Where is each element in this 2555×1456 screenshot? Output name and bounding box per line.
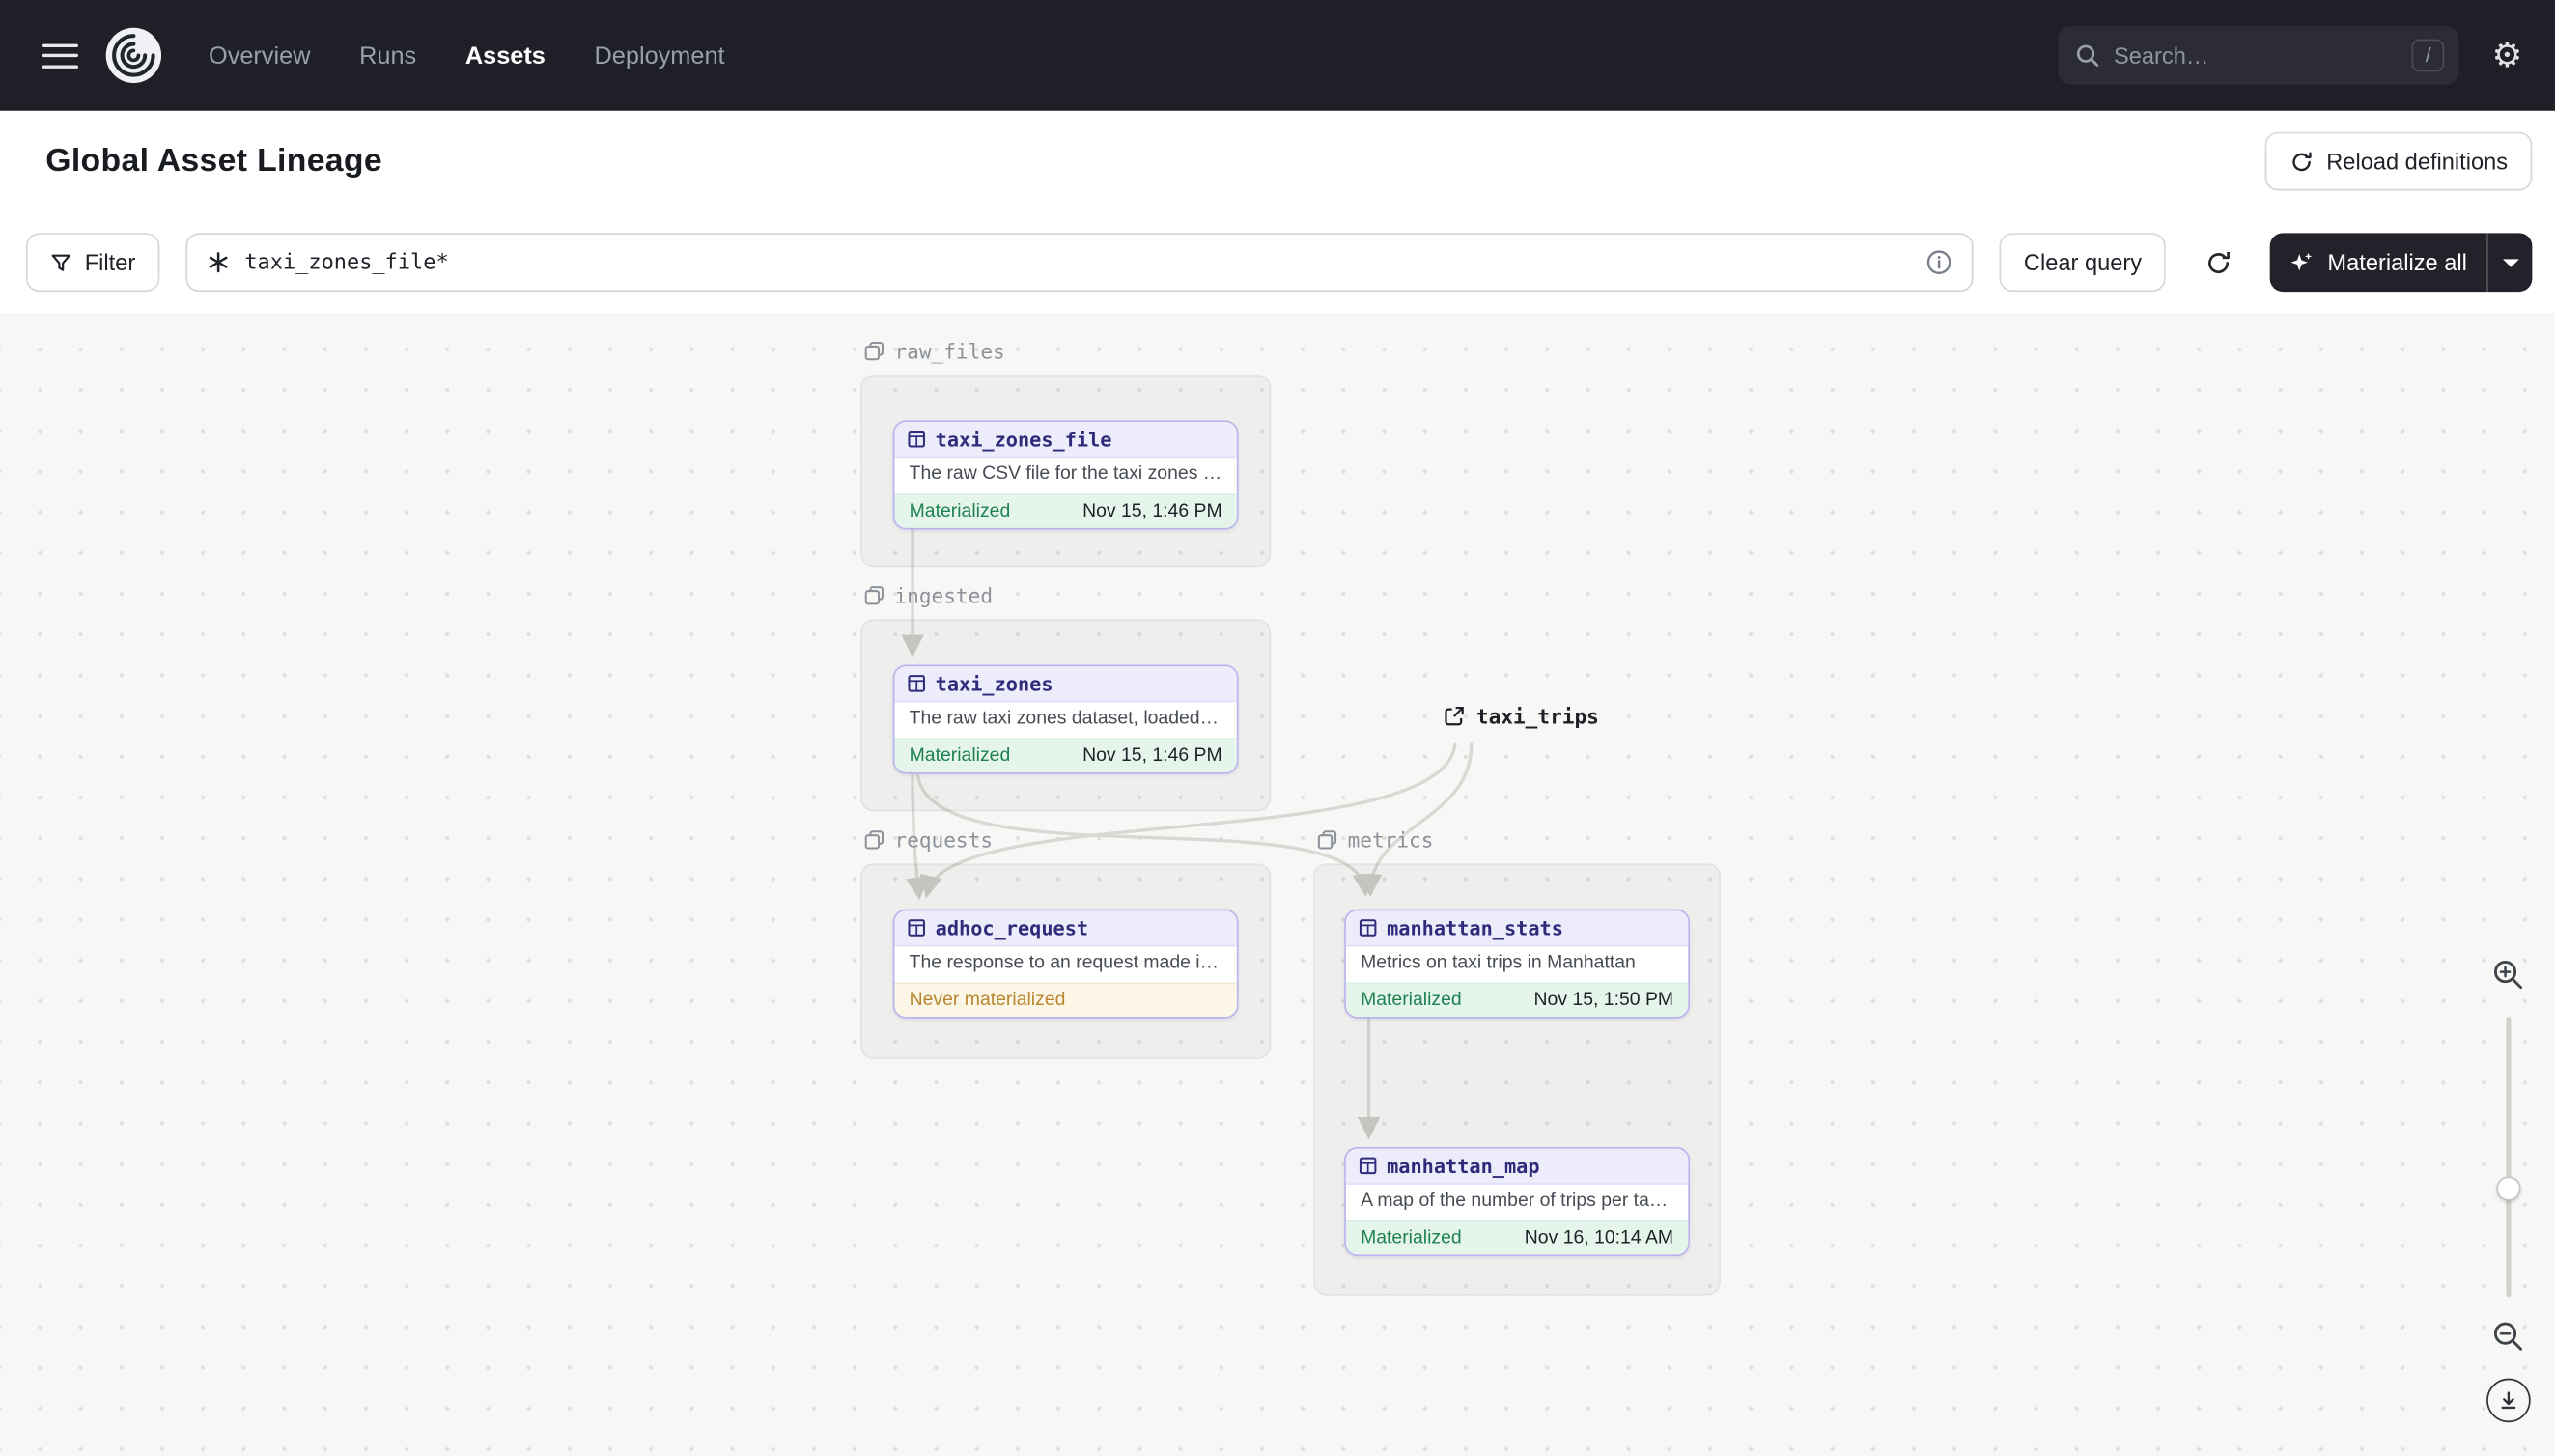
group-label-ingested: ingested <box>863 583 993 607</box>
external-asset-name: taxi_trips <box>1475 704 1599 729</box>
top-navbar: Overview Runs Assets Deployment / ⚙ <box>0 0 2555 111</box>
status-badge: Materialized <box>1361 1228 1462 1248</box>
external-link-icon <box>1445 706 1464 726</box>
dagster-logo-icon[interactable] <box>104 26 163 85</box>
asset-status-bar: Materialized Nov 16, 10:14 AM <box>1345 1219 1689 1255</box>
asset-node-taxi_zones[interactable]: taxi_zones The raw taxi zones dataset, l… <box>892 664 1239 774</box>
asset-node-adhoc_request[interactable]: adhoc_request The response to an request… <box>892 909 1239 1019</box>
layers-icon <box>864 342 884 361</box>
nav-item-overview[interactable]: Overview <box>209 42 310 70</box>
nav-item-runs[interactable]: Runs <box>359 42 416 70</box>
materialization-timestamp: Nov 15, 1:46 PM <box>1082 501 1222 521</box>
asset-status-bar: Materialized Nov 15, 1:46 PM <box>894 493 1237 528</box>
filter-label: Filter <box>84 249 136 276</box>
filter-button[interactable]: Filter <box>26 233 160 293</box>
external-asset-taxi_trips[interactable]: taxi_trips <box>1444 704 1599 728</box>
sparkle-icon <box>2290 250 2315 274</box>
asset-status-bar: Materialized Nov 15, 1:50 PM <box>1345 982 1689 1017</box>
zoom-controls <box>2485 952 2531 1435</box>
filter-funnel-icon <box>50 252 71 273</box>
table-icon <box>1359 1157 1377 1175</box>
zoom-out-button[interactable] <box>2485 1313 2530 1358</box>
materialize-all-label: Materialize all <box>2327 249 2467 276</box>
settings-gear-icon[interactable]: ⚙ <box>2491 39 2522 72</box>
materialization-timestamp: Nov 15, 1:50 PM <box>1533 991 1674 1011</box>
layers-icon <box>864 586 884 605</box>
status-badge: Never materialized <box>909 991 1066 1011</box>
asset-status-bar: Never materialized <box>894 982 1237 1017</box>
group-label-raw_files: raw_files <box>863 339 1005 363</box>
asset-query-input[interactable] <box>244 250 1912 275</box>
table-icon <box>908 675 925 692</box>
search-input[interactable] <box>2113 42 2400 69</box>
asset-name: adhoc_request <box>935 916 1089 939</box>
search-icon <box>2074 42 2100 69</box>
page-header: Global Asset Lineage Reload definitions <box>0 110 2555 212</box>
group-label-requests: requests <box>863 827 993 853</box>
asset-description: The response to an request made in th… <box>909 953 1237 973</box>
zoom-slider-track[interactable] <box>2505 1017 2511 1298</box>
status-badge: Materialized <box>1361 991 1462 1011</box>
graph-query-icon <box>208 251 231 274</box>
status-badge: Materialized <box>909 501 1011 521</box>
layers-icon <box>864 830 884 850</box>
reload-icon <box>2288 149 2313 173</box>
materialize-all-split-button: Materialize all <box>2270 233 2533 293</box>
zoom-slider-thumb[interactable] <box>2495 1176 2520 1201</box>
asset-name: manhattan_map <box>1387 1154 1540 1178</box>
layers-icon <box>1317 830 1337 850</box>
asset-description: Metrics on taxi trips in Manhattan <box>1361 953 1636 973</box>
global-search[interactable]: / <box>2058 26 2459 85</box>
nav-item-assets[interactable]: Assets <box>465 42 546 70</box>
lineage-toolbar: Filter Clear query Materialize all <box>0 211 2555 313</box>
asset-status-bar: Materialized Nov 15, 1:46 PM <box>894 738 1237 772</box>
group-label-metrics: metrics <box>1317 827 1433 853</box>
asset-description: A map of the number of trips per taxi z… <box>1361 1190 1689 1211</box>
magnifier-minus-icon <box>2493 1322 2522 1351</box>
table-icon <box>908 431 925 448</box>
lineage-edges <box>901 526 1474 1140</box>
asset-query-field[interactable] <box>185 233 1974 293</box>
asset-name: taxi_zones_file <box>935 427 1112 451</box>
status-badge: Materialized <box>909 745 1011 767</box>
menu-icon[interactable] <box>42 42 78 69</box>
materialize-all-button[interactable]: Materialize all <box>2270 233 2486 292</box>
chevron-down-icon <box>2502 258 2519 266</box>
table-icon <box>908 919 925 937</box>
materialize-options-caret[interactable] <box>2486 233 2532 293</box>
asset-name: taxi_zones <box>935 672 1053 695</box>
nav-item-deployment[interactable]: Deployment <box>595 42 725 70</box>
refresh-button[interactable] <box>2192 233 2244 292</box>
materialization-timestamp: Nov 15, 1:46 PM <box>1082 745 1222 767</box>
asset-node-manhattan_stats[interactable]: manhattan_stats Metrics on taxi trips in… <box>1344 909 1690 1019</box>
magnifier-plus-icon <box>2493 961 2522 990</box>
lineage-canvas[interactable]: raw_files ingested requests metrics taxi… <box>0 313 2555 1456</box>
asset-description: The raw CSV file for the taxi zones dat… <box>909 463 1237 485</box>
main-nav: Overview Runs Assets Deployment <box>209 42 725 70</box>
clear-query-label: Clear query <box>2023 249 2143 276</box>
asset-name: manhattan_stats <box>1387 916 1563 939</box>
app-window: Overview Runs Assets Deployment / ⚙ Glob… <box>0 0 2555 1456</box>
materialization-timestamp: Nov 16, 10:14 AM <box>1524 1228 1674 1248</box>
asset-description: The raw taxi zones dataset, loaded int… <box>909 709 1237 729</box>
asset-node-manhattan_map[interactable]: manhattan_map A map of the number of tri… <box>1344 1147 1690 1257</box>
reload-definitions-label: Reload definitions <box>2326 148 2509 175</box>
asset-node-taxi_zones_file[interactable]: taxi_zones_file The raw CSV file for the… <box>892 420 1239 530</box>
zoom-in-button[interactable] <box>2485 952 2530 997</box>
reload-definitions-button[interactable]: Reload definitions <box>2264 131 2533 191</box>
download-view-button[interactable] <box>2486 1378 2531 1423</box>
query-info-icon[interactable] <box>1926 249 1952 275</box>
zoom-slider[interactable] <box>2485 1017 2530 1298</box>
search-shortcut-badge: / <box>2411 39 2445 72</box>
page-title: Global Asset Lineage <box>45 142 382 179</box>
table-icon <box>1359 919 1377 937</box>
arrow-down-to-line-icon <box>2501 1391 2516 1410</box>
clear-query-button[interactable]: Clear query <box>1999 233 2167 293</box>
